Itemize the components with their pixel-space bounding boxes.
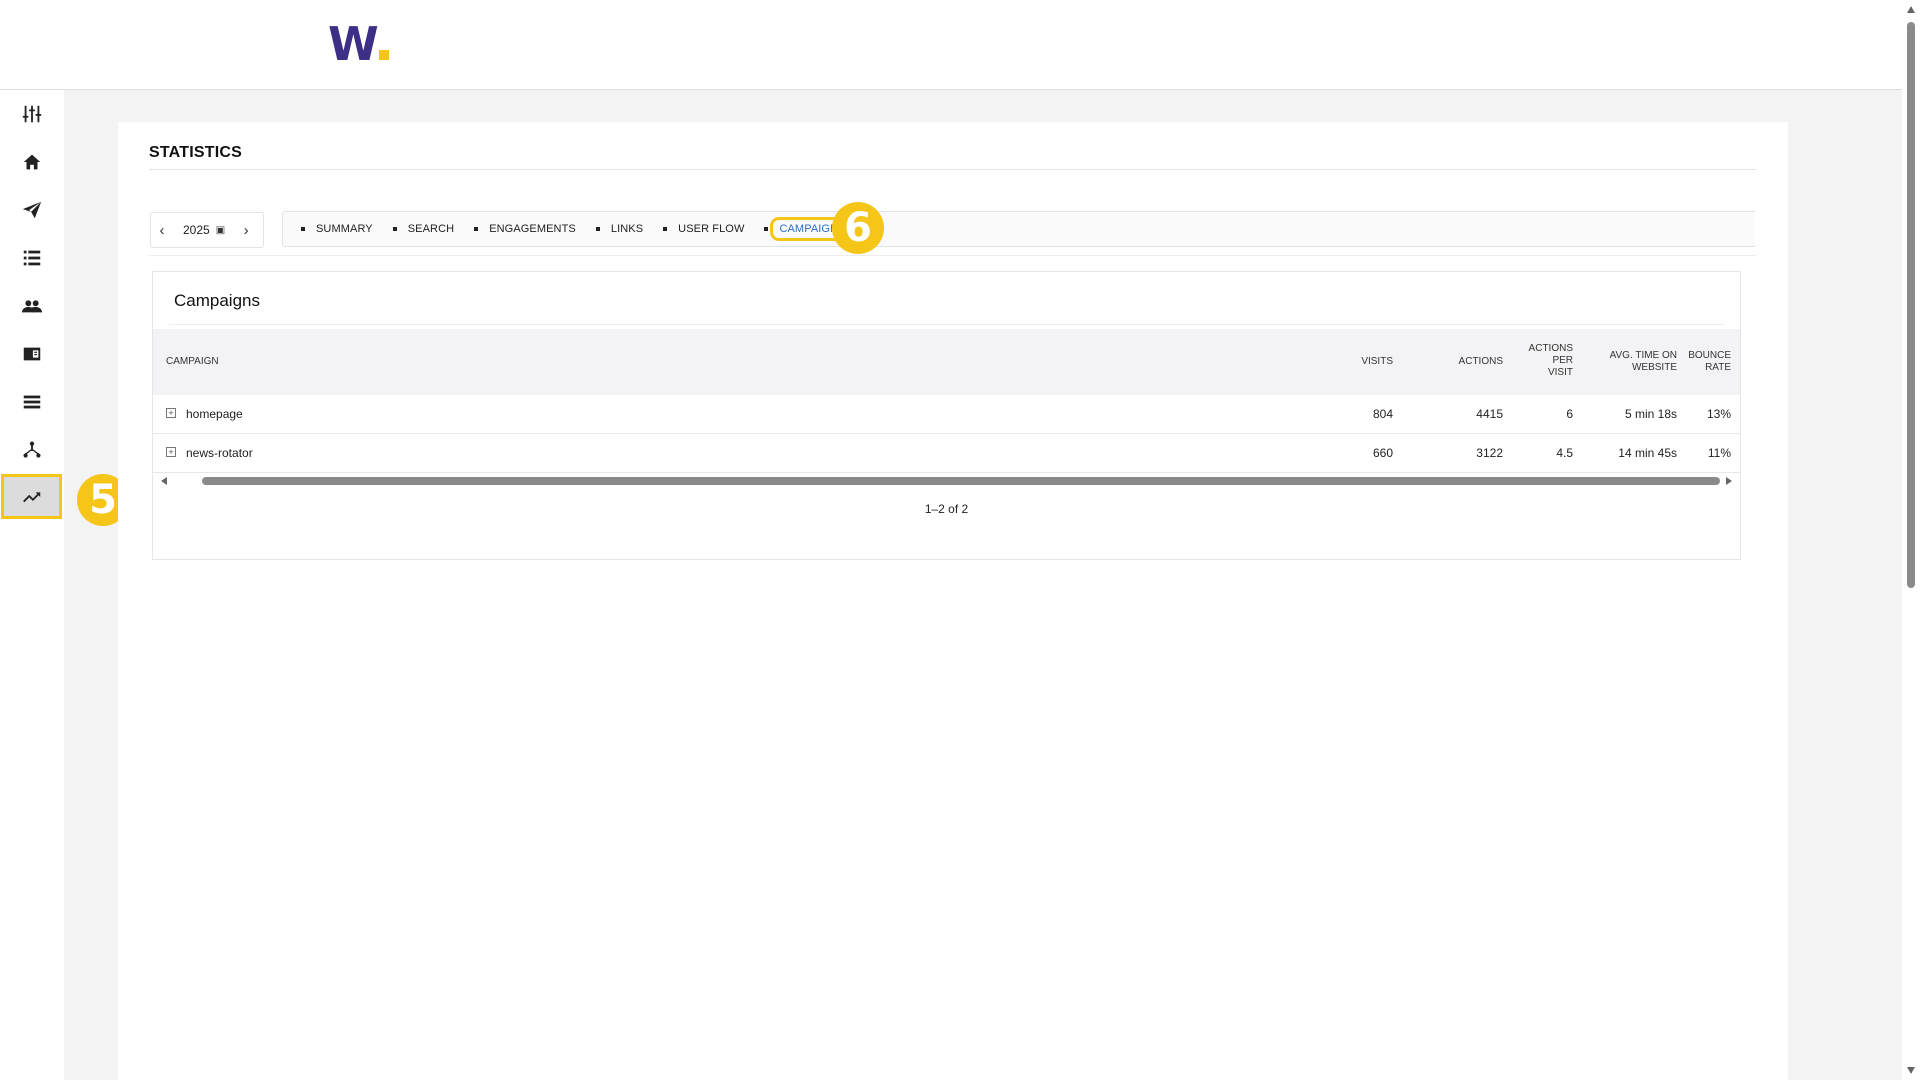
- list-icon: [23, 250, 41, 266]
- header-line: BOUNCE: [1688, 350, 1731, 361]
- logo-letter: W: [328, 17, 379, 71]
- calendar-icon[interactable]: ▣: [216, 225, 225, 236]
- cell-bounce-rate: 11%: [1707, 446, 1731, 460]
- people-icon: [21, 300, 43, 313]
- tab-engagements[interactable]: ENGAGEMENTS: [474, 223, 576, 235]
- sidebar: [0, 90, 64, 1080]
- sidebar-item-rows[interactable]: [0, 378, 64, 426]
- tab-search[interactable]: SEARCH: [392, 223, 455, 235]
- cell-visits: 660: [1372, 446, 1393, 460]
- cell-actions: 3122: [1476, 446, 1503, 460]
- tab-bullet: [764, 227, 769, 231]
- trending-icon: [22, 491, 40, 502]
- sidebar-item-home[interactable]: [0, 138, 64, 186]
- sidebar-item-people[interactable]: [0, 282, 64, 330]
- main-content: STATISTICS ‹ 2025 ▣ › SUMMARY SEARCH ENG…: [118, 122, 1788, 1080]
- tabs-divider: [149, 255, 1756, 256]
- expand-icon[interactable]: +: [166, 408, 176, 418]
- tab-summary[interactable]: SUMMARY: [301, 223, 373, 235]
- right-gutter: [1788, 90, 1902, 1080]
- tab-label: LINKS: [610, 223, 644, 235]
- campaigns-panel: Campaigns CAMPAIGN VISITS ACTIONS ACTION…: [152, 271, 1741, 560]
- tab-bullet: [392, 227, 397, 231]
- table-row[interactable]: + homepage 804 4415 6 5 min 18s 13%: [153, 395, 1740, 434]
- sidebar-item-send[interactable]: [0, 186, 64, 234]
- vertical-scrollbar[interactable]: [1902, 0, 1920, 1080]
- sidebar-item-hierarchy[interactable]: [0, 426, 64, 474]
- year-next-button[interactable]: ›: [235, 222, 257, 239]
- header-line: AVG. TIME ON: [1609, 350, 1677, 361]
- scrollbar-thumb[interactable]: [202, 477, 1720, 485]
- scroll-left-icon[interactable]: [161, 477, 167, 485]
- logo-dot: [379, 50, 389, 60]
- sliders-icon: [22, 105, 42, 123]
- tab-bullet: [301, 227, 305, 231]
- cell-actions-per-visit: 4.5: [1556, 446, 1573, 460]
- paper-plane-icon: [22, 201, 42, 219]
- campaign-name[interactable]: homepage: [186, 407, 243, 421]
- scroll-up-icon[interactable]: [1907, 6, 1915, 13]
- tab-label: ENGAGEMENTS: [489, 223, 576, 235]
- year-picker[interactable]: ‹ 2025 ▣ ›: [150, 212, 264, 248]
- cell-actions: 4415: [1476, 407, 1503, 421]
- horizontal-scrollbar[interactable]: [159, 474, 1734, 488]
- sidebar-item-settings[interactable]: [0, 90, 64, 138]
- tab-bullet: [663, 227, 668, 231]
- home-icon: [23, 154, 41, 170]
- scrollbar-thumb[interactable]: [1907, 22, 1915, 588]
- column-header-avg-time[interactable]: AVG. TIME ON WEBSITE: [1583, 350, 1677, 374]
- tab-label: SUMMARY: [316, 223, 373, 235]
- panel-divider: [169, 324, 1724, 325]
- book-icon: [23, 347, 41, 361]
- tab-user-flow[interactable]: USER FLOW: [663, 223, 744, 235]
- header-line: PER: [1552, 355, 1573, 366]
- cell-avg-time: 14 min 45s: [1618, 446, 1677, 460]
- header-line: RATE: [1705, 362, 1731, 373]
- page-title: STATISTICS: [149, 144, 242, 161]
- cell-actions-per-visit: 6: [1566, 407, 1573, 421]
- brand-logo[interactable]: W: [328, 21, 389, 67]
- table-header: CAMPAIGN VISITS ACTIONS ACTIONS PER VISI…: [153, 329, 1740, 395]
- cell-avg-time: 5 min 18s: [1624, 407, 1677, 421]
- tab-bullet: [595, 227, 600, 231]
- year-value[interactable]: 2025: [183, 223, 210, 237]
- scroll-down-icon[interactable]: [1907, 1067, 1915, 1074]
- tab-links[interactable]: LINKS: [595, 223, 644, 235]
- header-line: WEBSITE: [1631, 362, 1677, 373]
- column-header-visits[interactable]: VISITS: [1293, 356, 1393, 368]
- title-divider: [149, 169, 1756, 170]
- year-prev-button[interactable]: ‹: [151, 222, 173, 239]
- tab-label: USER FLOW: [678, 223, 745, 235]
- top-header: W: [0, 0, 1902, 90]
- panel-title: Campaigns: [174, 291, 260, 310]
- scroll-right-icon[interactable]: [1726, 477, 1732, 485]
- top-gutter: [118, 90, 1788, 122]
- sidebar-item-statistics[interactable]: [1, 474, 62, 519]
- pagination-info: 1–2 of 2: [924, 502, 969, 516]
- left-gutter: [64, 90, 118, 1080]
- step-badge-6: 6: [832, 202, 884, 254]
- tab-label: SEARCH: [407, 223, 455, 235]
- table-row[interactable]: + news-rotator 660 3122 4.5 14 min 45s 1…: [153, 434, 1740, 473]
- campaign-name[interactable]: news-rotator: [186, 446, 253, 460]
- header-line: VISIT: [1547, 367, 1573, 378]
- rows-icon: [23, 395, 41, 409]
- column-header-campaign[interactable]: CAMPAIGN: [166, 356, 219, 368]
- column-header-actions[interactable]: ACTIONS: [1403, 356, 1503, 368]
- column-header-bounce-rate[interactable]: BOUNCE RATE: [1683, 350, 1731, 374]
- cell-bounce-rate: 13%: [1706, 407, 1731, 421]
- hierarchy-icon: [23, 441, 41, 458]
- tab-bullet: [474, 227, 479, 231]
- cell-visits: 804: [1372, 407, 1393, 421]
- expand-icon[interactable]: +: [166, 447, 176, 457]
- sidebar-item-list[interactable]: [0, 234, 64, 282]
- column-header-actions-per-visit[interactable]: ACTIONS PER VISIT: [1513, 343, 1573, 379]
- sidebar-item-book[interactable]: [0, 330, 64, 378]
- statistics-tabs: SUMMARY SEARCH ENGAGEMENTS LINKS USER FL…: [282, 211, 1755, 247]
- header-line: ACTIONS: [1528, 343, 1573, 354]
